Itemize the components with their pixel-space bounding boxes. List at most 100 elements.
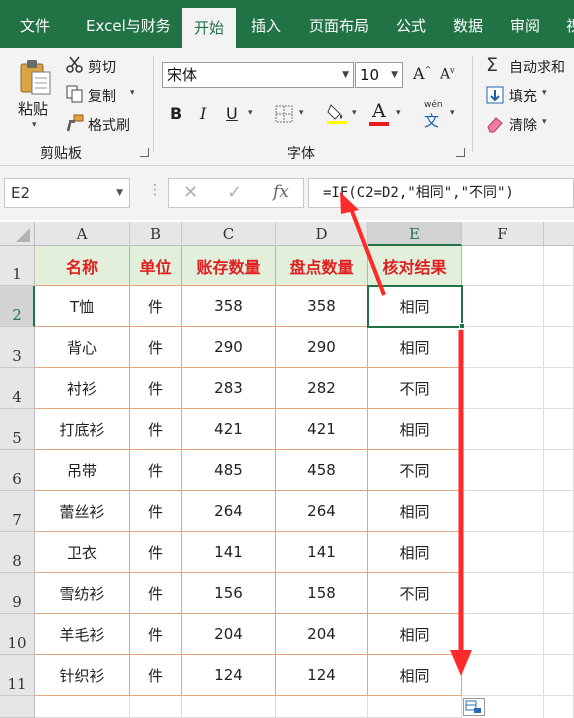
cell-f8[interactable] [462,532,544,573]
cell-f3[interactable] [462,327,544,368]
cell-c1[interactable]: 账存数量 [182,246,276,286]
cell-b10[interactable]: 件 [130,614,182,655]
font-color-button[interactable]: A [372,100,386,122]
cell-b12[interactable] [130,696,182,718]
cell-c8[interactable]: 141 [182,532,276,573]
cancel-icon[interactable]: ✕ [183,182,198,203]
clear-dropdown-caret[interactable]: ▾ [542,117,547,127]
cell-g4[interactable] [544,368,574,409]
drag-handle-icon[interactable]: ⋮ [148,182,162,198]
paste-dropdown-caret[interactable]: ▾ [32,120,37,130]
cell-f2[interactable] [462,286,544,327]
cell-f10[interactable] [462,614,544,655]
cell-d2[interactable]: 358 [276,286,368,327]
cell-b5[interactable]: 件 [130,409,182,450]
phonetic-dropdown-caret[interactable]: ▾ [450,108,455,118]
cell-d12[interactable] [276,696,368,718]
fill-handle[interactable] [459,323,465,329]
eraser-icon[interactable] [486,115,504,137]
cell-e1[interactable]: 核对结果 [368,246,462,286]
row-header-1[interactable]: 1 [0,246,35,286]
cell-f5[interactable] [462,409,544,450]
clear-button[interactable]: 清除 [509,115,537,135]
cell-a2[interactable]: T恤 [35,286,130,327]
cell-e11[interactable]: 相同 [368,655,462,696]
decrease-font-size-button[interactable]: Av [440,66,455,83]
cell-d9[interactable]: 158 [276,573,368,614]
cell-e6[interactable]: 不同 [368,450,462,491]
cell-c5[interactable]: 421 [182,409,276,450]
cell-d8[interactable]: 141 [276,532,368,573]
cell-d11[interactable]: 124 [276,655,368,696]
enter-icon[interactable]: ✓ [227,182,242,203]
row-header-9[interactable]: 9 [0,573,35,614]
row-header-7[interactable]: 7 [0,491,35,532]
cell-c9[interactable]: 156 [182,573,276,614]
column-header-b[interactable]: B [130,222,182,246]
cell-a6[interactable]: 吊带 [35,450,130,491]
borders-dropdown-caret[interactable]: ▾ [299,108,304,118]
cell-c3[interactable]: 290 [182,327,276,368]
autosum-button[interactable]: 自动求和 [509,57,565,77]
fill-dropdown-caret[interactable]: ▾ [542,88,547,98]
cell-e10[interactable]: 相同 [368,614,462,655]
tab-data[interactable]: 数据 [453,0,483,48]
underline-button[interactable]: U [226,104,238,123]
cell-e4[interactable]: 不同 [368,368,462,409]
cell-d1[interactable]: 盘点数量 [276,246,368,286]
cell-d6[interactable]: 458 [276,450,368,491]
cell-g3[interactable] [544,327,574,368]
phonetic-guide-button[interactable]: 文 [424,110,439,131]
underline-dropdown-caret[interactable]: ▾ [248,108,253,118]
select-all-button[interactable] [0,222,35,246]
cell-a9[interactable]: 雪纺衫 [35,573,130,614]
cell-b3[interactable]: 件 [130,327,182,368]
cell-a10[interactable]: 羊毛衫 [35,614,130,655]
font-size-select[interactable]: 10 ▼ [355,62,403,88]
font-color-dropdown-caret[interactable]: ▾ [396,108,401,118]
row-header-6[interactable]: 6 [0,450,35,491]
cell-f11[interactable] [462,655,544,696]
cell-a4[interactable]: 衬衫 [35,368,130,409]
column-header-a[interactable]: A [35,222,130,246]
cell-d10[interactable]: 204 [276,614,368,655]
font-launcher-icon[interactable] [456,148,465,157]
cell-e12[interactable] [368,696,462,718]
format-painter-button[interactable]: 格式刷 [88,115,130,135]
cell-f9[interactable] [462,573,544,614]
cut-button[interactable]: 剪切 [88,57,116,77]
cell-g5[interactable] [544,409,574,450]
tab-excel-finance[interactable]: Excel与财务 [86,0,171,48]
paste-icon[interactable] [18,58,54,95]
cell-e8[interactable]: 相同 [368,532,462,573]
row-header-3[interactable]: 3 [0,327,35,368]
cell-d5[interactable]: 421 [276,409,368,450]
clipboard-launcher-icon[interactable] [140,148,149,157]
column-header-c[interactable]: C [182,222,276,246]
cell-g10[interactable] [544,614,574,655]
cell-c12[interactable] [182,696,276,718]
font-name-select[interactable]: 宋体 ▼ [162,62,354,88]
fill-down-icon[interactable] [486,86,504,108]
chevron-down-icon[interactable]: ▼ [116,179,123,207]
column-header-f[interactable]: F [462,222,544,246]
cell-a11[interactable]: 针织衫 [35,655,130,696]
cell-a12[interactable] [35,696,130,718]
cell-g8[interactable] [544,532,574,573]
cell-e9[interactable]: 不同 [368,573,462,614]
cell-d4[interactable]: 282 [276,368,368,409]
fill-color-dropdown-caret[interactable]: ▾ [352,108,357,118]
cell-b4[interactable]: 件 [130,368,182,409]
borders-icon[interactable] [275,105,293,127]
cell-b7[interactable]: 件 [130,491,182,532]
cell-g2[interactable] [544,286,574,327]
column-header-d[interactable]: D [276,222,368,246]
tab-insert[interactable]: 插入 [251,0,281,48]
cell-f4[interactable] [462,368,544,409]
cell-a3[interactable]: 背心 [35,327,130,368]
insert-function-icon[interactable]: fx [273,182,289,202]
tab-formulas[interactable]: 公式 [396,0,426,48]
row-header-5[interactable]: 5 [0,409,35,450]
cell-c11[interactable]: 124 [182,655,276,696]
cell-b9[interactable]: 件 [130,573,182,614]
